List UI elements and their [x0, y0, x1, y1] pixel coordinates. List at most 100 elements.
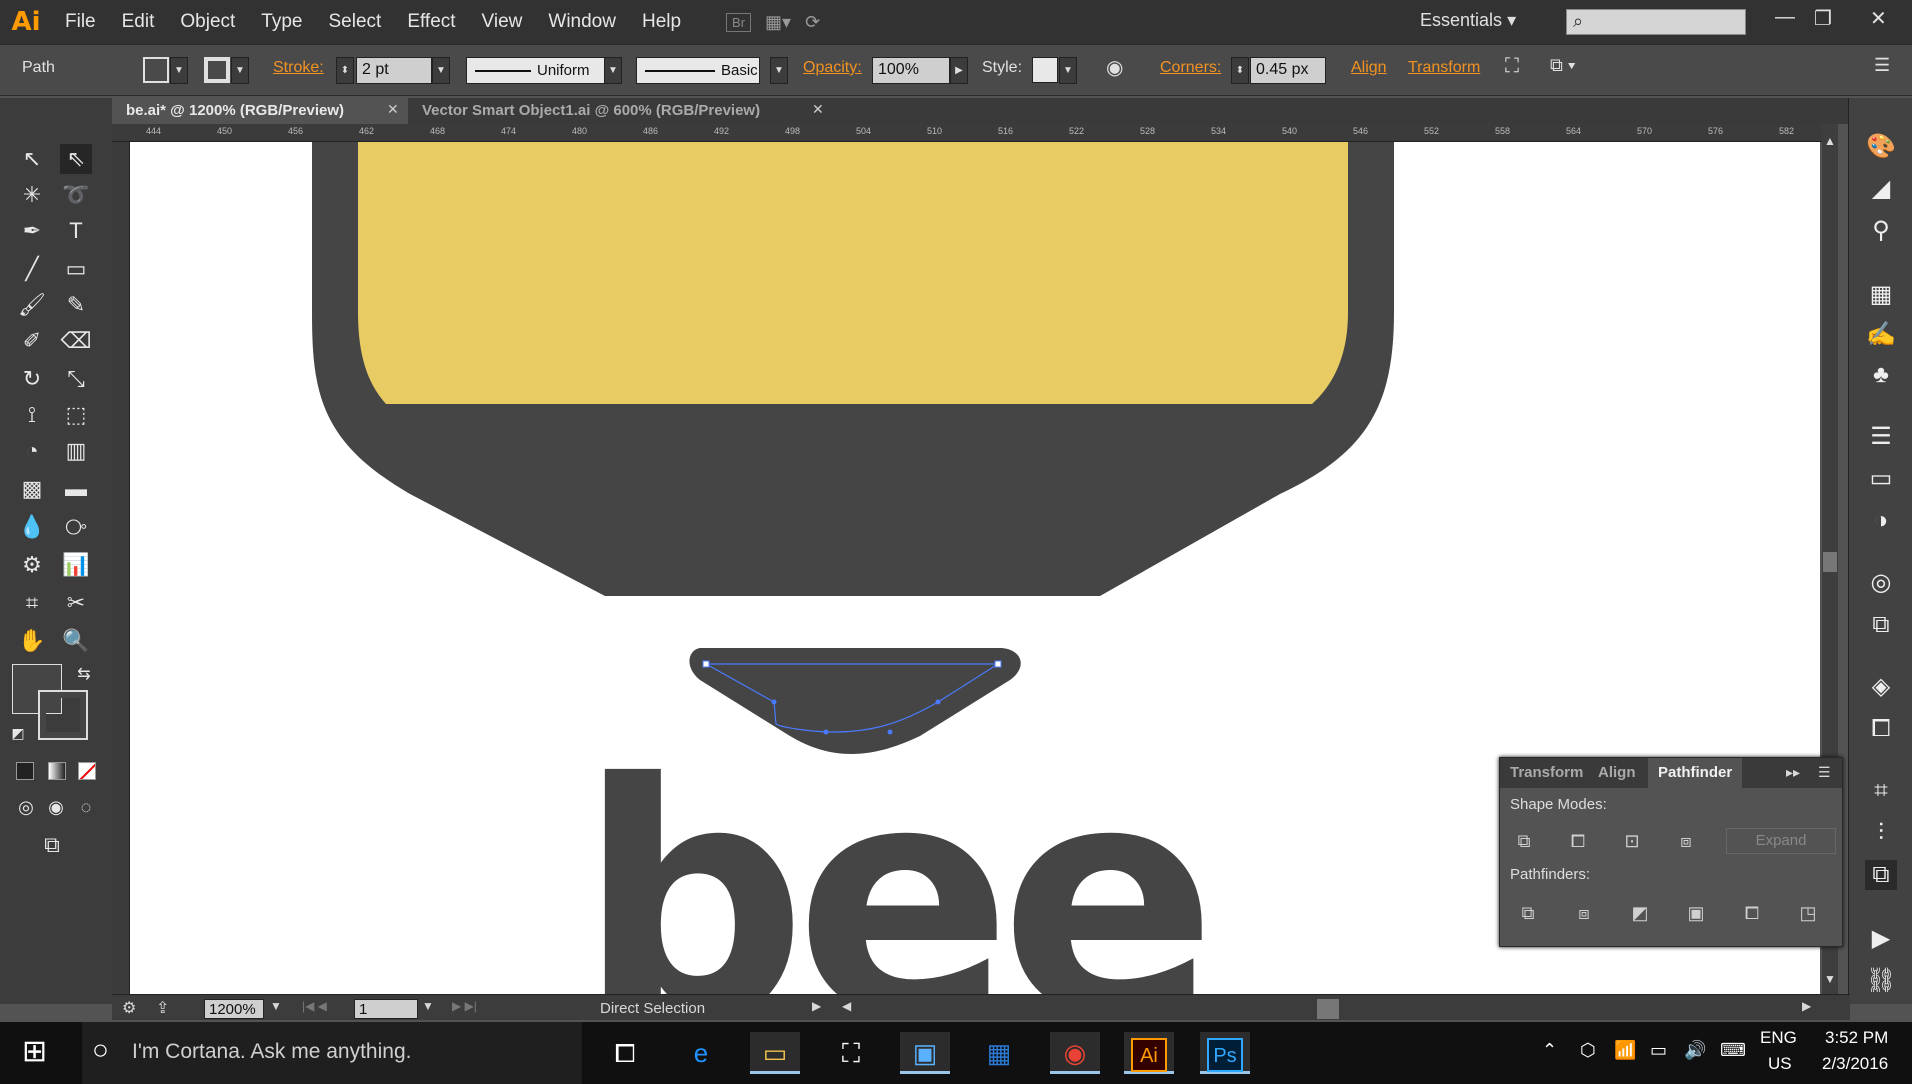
column-graph-tool-icon[interactable]: 📊 — [60, 550, 92, 580]
slice-tool-icon[interactable]: ✂ — [60, 588, 92, 618]
gradient-mode-icon[interactable] — [48, 762, 66, 780]
graphic-styles-icon[interactable]: ⧉ — [1865, 610, 1897, 640]
scroll-down-icon[interactable]: ▼ — [1824, 972, 1836, 986]
lenovo-icon[interactable]: ▣ — [900, 1032, 950, 1074]
opacity-label[interactable]: Opacity: — [803, 59, 862, 77]
gradient-tool-icon[interactable]: ▬ — [60, 474, 92, 504]
lasso-tool-icon[interactable]: ➰ — [60, 180, 92, 210]
photoshop-icon[interactable]: Ps — [1200, 1032, 1250, 1074]
selection-tool-icon[interactable]: ↖ — [16, 144, 48, 174]
tab-pathfinder[interactable]: Pathfinder — [1648, 758, 1743, 788]
style-dropdown[interactable]: ▼ — [1059, 57, 1077, 84]
graphic-style-swatch[interactable] — [1032, 57, 1058, 83]
share-icon[interactable]: ⇪ — [156, 998, 169, 1018]
cortana-search[interactable]: ○ I'm Cortana. Ask me anything. — [82, 1022, 582, 1084]
outline-icon[interactable]: ⧠ — [1738, 900, 1766, 926]
exclude-icon[interactable]: ⧈ — [1672, 828, 1700, 854]
align-panel-icon[interactable]: ⫶ — [1865, 818, 1897, 848]
gradient-panel-icon[interactable]: ▭ — [1865, 464, 1897, 494]
eraser-tool-icon[interactable]: ⌫ — [60, 326, 92, 356]
stroke-stepper[interactable]: ⬍ — [336, 57, 354, 84]
draw-normal-icon[interactable]: ◎ — [10, 792, 42, 822]
corners-stepper[interactable]: ⬍ — [1231, 57, 1249, 84]
divide-icon[interactable]: ⧉ — [1514, 900, 1542, 926]
mesh-tool-icon[interactable]: ▩ — [16, 474, 48, 504]
appearance-icon[interactable]: ◎ — [1865, 568, 1897, 598]
expand-button[interactable]: Expand — [1726, 828, 1836, 854]
align-link[interactable]: Align — [1351, 59, 1387, 77]
shaper-tool-icon[interactable]: ✐ — [16, 326, 48, 356]
layers-icon[interactable]: ◈ — [1865, 672, 1897, 702]
line-tool-icon[interactable]: ╱ — [16, 254, 48, 284]
search-input[interactable]: ⌕ — [1566, 9, 1746, 35]
shape-builder-tool-icon[interactable]: ◔ — [16, 436, 48, 466]
corners-label[interactable]: Corners: — [1160, 59, 1221, 77]
swap-fill-stroke-icon[interactable]: ⇆ — [68, 660, 100, 690]
symbols-icon[interactable]: ♣ — [1865, 360, 1897, 390]
chrome-icon[interactable]: ◉ — [1050, 1032, 1100, 1074]
pen-tool-icon[interactable]: ✒ — [16, 216, 48, 246]
graph-tool-icon[interactable]: ▥ — [60, 436, 92, 466]
pencil-tool-icon[interactable]: ✎ — [60, 290, 92, 320]
menu-type[interactable]: Type — [248, 11, 315, 33]
scroll-up-icon[interactable]: ▲ — [1824, 134, 1836, 148]
last-artboard-icon[interactable]: ▶ ▶| — [452, 999, 477, 1013]
volume-icon[interactable]: 🔊 — [1684, 1040, 1706, 1061]
hscroll-right-icon[interactable]: ▶ — [1802, 999, 1811, 1013]
restore-button[interactable]: ❐ — [1814, 6, 1832, 31]
store-icon[interactable]: ⛶ — [826, 1032, 876, 1074]
trim-icon[interactable]: ⧈ — [1570, 900, 1598, 926]
menu-help[interactable]: Help — [629, 11, 694, 33]
default-colors-icon[interactable]: ◩ — [2, 718, 34, 748]
brushes-icon[interactable]: ✍ — [1865, 320, 1897, 350]
first-artboard-icon[interactable]: |◀ ◀ — [302, 999, 327, 1013]
panel-menu-icon[interactable]: ☰ — [1874, 55, 1890, 76]
workspace-switcher[interactable]: Essentials ▾ — [1420, 10, 1516, 31]
task-view-icon[interactable]: ⧠ — [600, 1032, 650, 1074]
pathfinder-panel-icon[interactable]: ⧉ — [1865, 860, 1897, 890]
stroke-swatch[interactable] — [204, 57, 230, 83]
transparency-icon[interactable]: ◑ — [1865, 506, 1897, 536]
links-icon[interactable]: ⛓ — [1865, 966, 1897, 996]
stroke-weight-field[interactable]: 2 pt — [356, 57, 432, 84]
stroke-panel-icon[interactable]: ☰ — [1865, 422, 1897, 452]
draw-behind-icon[interactable]: ◉ — [40, 792, 72, 822]
artboards-icon[interactable]: ⧠ — [1865, 714, 1897, 744]
stroke-label[interactable]: Stroke: — [273, 59, 324, 77]
menu-window[interactable]: Window — [535, 11, 629, 33]
panel-menu-icon[interactable]: ☰ — [1818, 764, 1831, 781]
opacity-field[interactable]: 100% — [872, 57, 950, 84]
isolate-object-icon[interactable]: ⛶ — [1505, 55, 1519, 78]
show-hidden-icons-icon[interactable]: ⌃ — [1542, 1040, 1557, 1061]
type-tool-icon[interactable]: T — [60, 216, 92, 246]
gpu-icon[interactable]: ⚙ — [122, 998, 136, 1018]
stroke-weight-dropdown[interactable]: ▼ — [432, 57, 450, 84]
recolor-icon[interactable]: ⚲ — [1865, 216, 1897, 246]
profile-dropdown[interactable]: ▼ — [604, 57, 622, 84]
color-guide-icon[interactable]: ◢ — [1865, 174, 1897, 204]
swatches-icon[interactable]: ▦ — [1865, 280, 1897, 310]
tab-transform[interactable]: Transform — [1500, 758, 1593, 788]
draw-inside-icon[interactable]: ◌ — [70, 792, 102, 822]
blend-tool-icon[interactable]: ⧂ — [60, 512, 92, 542]
intersect-icon[interactable]: ⊡ — [1618, 828, 1646, 854]
select-similar-icon[interactable]: ⧉ ▾ — [1550, 55, 1575, 76]
actions-icon[interactable]: ▶ — [1865, 924, 1897, 954]
file-explorer-icon[interactable]: ▭ — [750, 1032, 800, 1074]
direct-selection-tool-icon[interactable]: ⇖ — [60, 144, 92, 174]
paintbrush-tool-icon[interactable]: 🖌 — [16, 290, 48, 320]
rotate-tool-icon[interactable]: ↻ — [16, 364, 48, 394]
status-menu-icon[interactable]: ▶ — [812, 999, 821, 1013]
zoom-field[interactable]: 1200% — [204, 999, 264, 1019]
color-panel-icon[interactable]: 🎨 — [1865, 132, 1897, 162]
zoom-dropdown-icon[interactable]: ▼ — [270, 999, 282, 1013]
eyedropper-tool-icon[interactable]: 💧 — [16, 512, 48, 542]
tab-be-ai[interactable]: be.ai* @ 1200% (RGB/Preview) — [112, 98, 408, 124]
battery-icon[interactable]: ▭ — [1650, 1040, 1667, 1061]
magic-wand-tool-icon[interactable]: ✳ — [16, 180, 48, 210]
minus-front-icon[interactable]: ⧠ — [1564, 828, 1592, 854]
rectangle-tool-icon[interactable]: ▭ — [60, 254, 92, 284]
language-label[interactable]: ENG — [1760, 1028, 1797, 1048]
menu-view[interactable]: View — [469, 11, 536, 33]
hand-tool-icon[interactable]: ✋ — [16, 626, 48, 656]
